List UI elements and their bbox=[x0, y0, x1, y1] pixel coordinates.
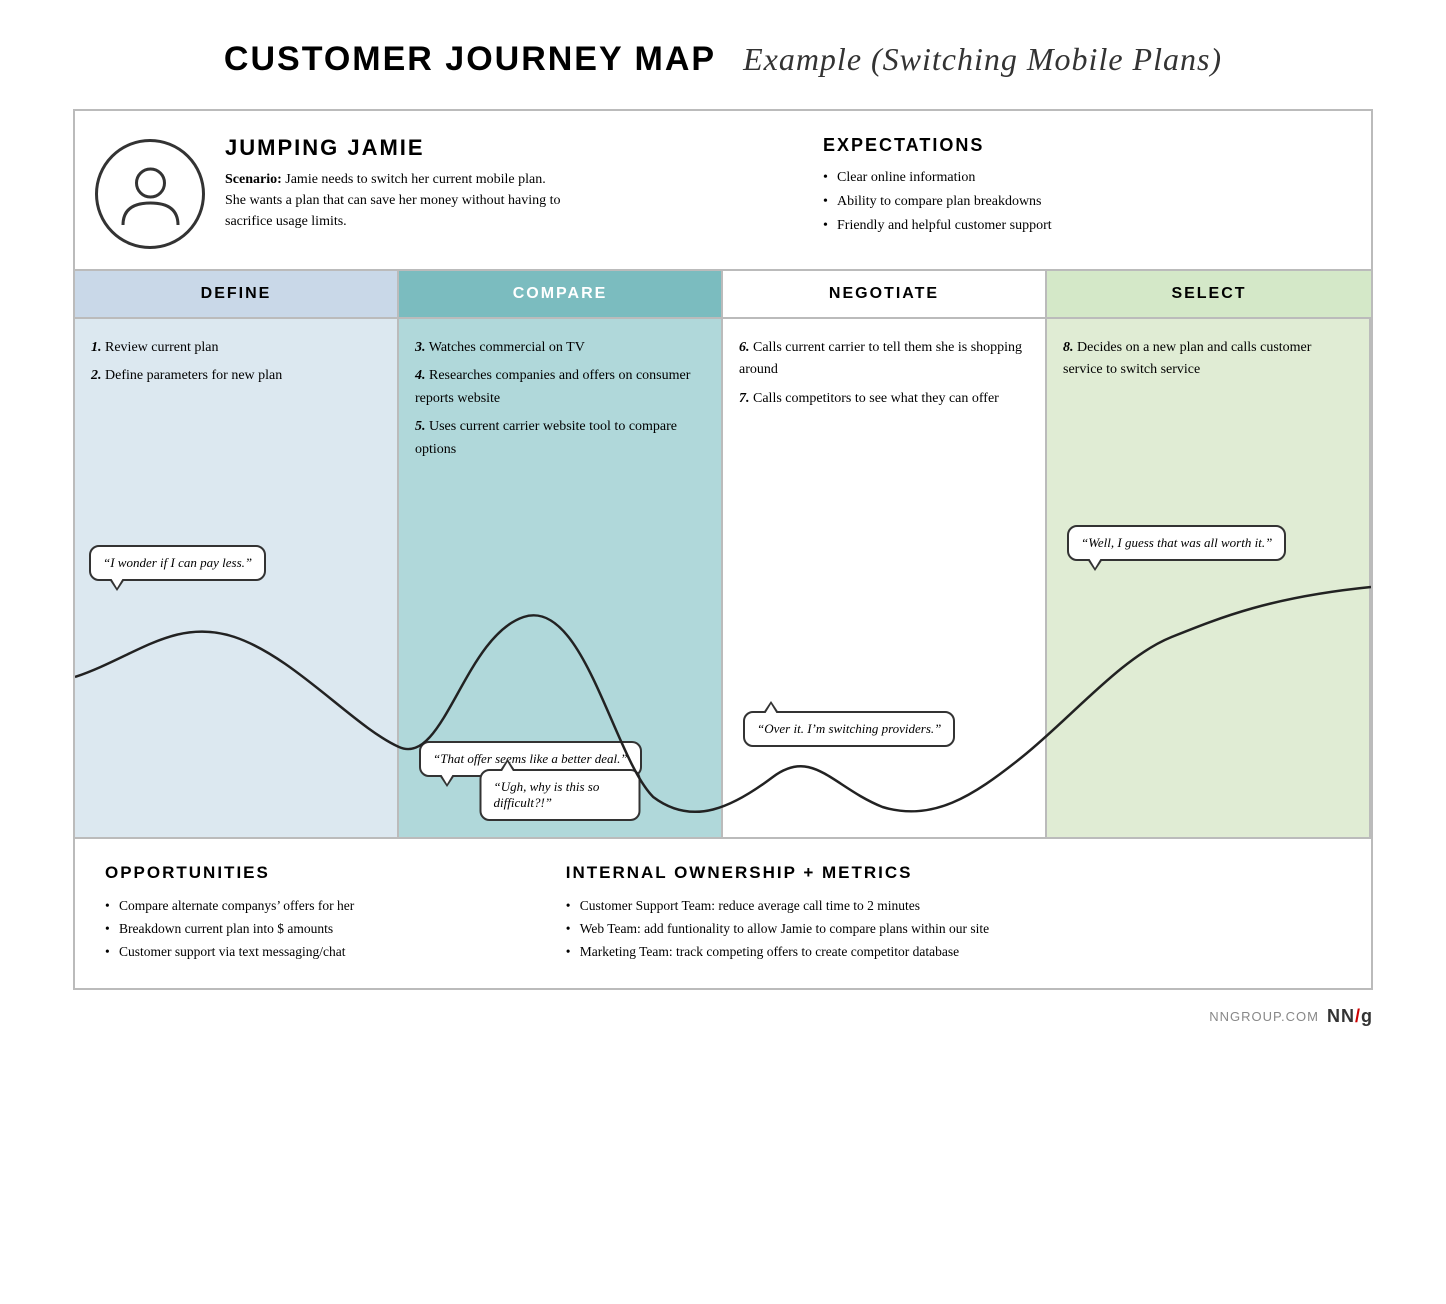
opportunity-item-1: Compare alternate companys’ offers for h… bbox=[105, 895, 536, 918]
phase-select-header: SELECT bbox=[1047, 271, 1371, 317]
compare-step-4: 4. Researches companies and offers on co… bbox=[415, 365, 705, 410]
internal-block: INTERNAL OWNERSHIP + METRICS Customer Su… bbox=[566, 863, 1341, 964]
negotiate-step-list: 6. Calls current carrier to tell them sh… bbox=[739, 337, 1029, 410]
opportunities-block: OPPORTUNITIES Compare alternate companys… bbox=[105, 863, 536, 964]
internal-title: INTERNAL OWNERSHIP + METRICS bbox=[566, 863, 1341, 883]
internal-item-3: Marketing Team: track competing offers t… bbox=[566, 941, 1341, 964]
compare-step-3: 3. Watches commercial on TV bbox=[415, 337, 705, 359]
define-step-list: 1. Review current plan 2. Define paramet… bbox=[91, 337, 381, 388]
select-speech-bubble: “Well, I guess that was all worth it.” bbox=[1067, 525, 1286, 561]
expectation-item-3: Friendly and helpful customer support bbox=[823, 214, 1341, 238]
journey-row: 1. Review current plan 2. Define paramet… bbox=[75, 319, 1371, 839]
expectations-list: Clear online information Ability to comp… bbox=[823, 166, 1341, 237]
footer-logo: NN/g bbox=[1327, 1006, 1373, 1027]
compare-speech-bubble-2: “Ugh, why is this so difficult?!” bbox=[480, 769, 641, 821]
negotiate-step-6: 6. Calls current carrier to tell them sh… bbox=[739, 337, 1029, 382]
page-title: CUSTOMER JOURNEY MAP Example (Switching … bbox=[224, 40, 1222, 79]
title-italic: Example (Switching Mobile Plans) bbox=[743, 41, 1222, 77]
define-speech-bubble: “I wonder if I can pay less.” bbox=[89, 545, 266, 581]
persona-row: JUMPING JAMIE Scenario: Jamie needs to s… bbox=[75, 111, 1371, 271]
compare-step-list: 3. Watches commercial on TV 4. Researche… bbox=[415, 337, 705, 461]
internal-item-2: Web Team: add funtionality to allow Jami… bbox=[566, 918, 1341, 941]
negotiate-steps: 6. Calls current carrier to tell them sh… bbox=[739, 337, 1029, 410]
persona-scenario: Scenario: Jamie needs to switch her curr… bbox=[225, 169, 565, 232]
persona-info: JUMPING JAMIE Scenario: Jamie needs to s… bbox=[225, 135, 743, 232]
negotiate-step-7: 7. Calls competitors to see what they ca… bbox=[739, 388, 1029, 410]
compare-steps: 3. Watches commercial on TV 4. Researche… bbox=[415, 337, 705, 461]
expectations-title: EXPECTATIONS bbox=[823, 135, 1341, 156]
footer-text: NNGROUP.COM bbox=[1209, 1009, 1319, 1024]
title-bold: CUSTOMER JOURNEY MAP bbox=[224, 40, 716, 78]
define-steps: 1. Review current plan 2. Define paramet… bbox=[91, 337, 381, 388]
footer: NNGROUP.COM NN/g bbox=[73, 990, 1373, 1027]
expectations-block: EXPECTATIONS Clear online information Ab… bbox=[763, 135, 1341, 237]
opportunity-item-2: Breakdown current plan into $ amounts bbox=[105, 918, 536, 941]
define-step-2: 2. Define parameters for new plan bbox=[91, 365, 381, 387]
persona-name: JUMPING JAMIE bbox=[225, 135, 743, 161]
internal-item-1: Customer Support Team: reduce average ca… bbox=[566, 895, 1341, 918]
opportunities-title: OPPORTUNITIES bbox=[105, 863, 536, 883]
select-step-list: 8. Decides on a new plan and calls custo… bbox=[1063, 337, 1353, 382]
phase-compare-header: COMPARE bbox=[399, 271, 723, 317]
avatar bbox=[95, 139, 205, 249]
opportunities-list: Compare alternate companys’ offers for h… bbox=[105, 895, 536, 964]
internal-list: Customer Support Team: reduce average ca… bbox=[566, 895, 1341, 964]
opportunity-item-3: Customer support via text messaging/chat bbox=[105, 941, 536, 964]
phase-define-header: DEFINE bbox=[75, 271, 399, 317]
journey-compare: 3. Watches commercial on TV 4. Researche… bbox=[399, 319, 723, 837]
negotiate-speech-bubble: “Over it. I’m switching providers.” bbox=[743, 711, 955, 747]
negotiate-bubble-wrap: “Over it. I’m switching providers.” bbox=[743, 705, 955, 747]
journey-define: 1. Review current plan 2. Define paramet… bbox=[75, 319, 399, 837]
select-bubble-wrap: “Well, I guess that was all worth it.” bbox=[1067, 519, 1286, 561]
scenario-label: Scenario: bbox=[225, 172, 282, 187]
phase-negotiate-header: NEGOTIATE bbox=[723, 271, 1047, 317]
logo-g: g bbox=[1361, 1006, 1373, 1026]
expectation-item-1: Clear online information bbox=[823, 166, 1341, 190]
compare-step-5: 5. Uses current carrier website tool to … bbox=[415, 416, 705, 461]
define-step-1: 1. Review current plan bbox=[91, 337, 381, 359]
journey-negotiate: 6. Calls current carrier to tell them sh… bbox=[723, 319, 1047, 837]
journey-select: 8. Decides on a new plan and calls custo… bbox=[1047, 319, 1371, 837]
main-diagram: JUMPING JAMIE Scenario: Jamie needs to s… bbox=[73, 109, 1373, 990]
select-steps: 8. Decides on a new plan and calls custo… bbox=[1063, 337, 1353, 382]
compare-bubble-2-wrap: “Ugh, why is this so difficult?!” bbox=[480, 763, 641, 821]
define-bubble-wrap: “I wonder if I can pay less.” bbox=[89, 539, 266, 581]
bottom-row: OPPORTUNITIES Compare alternate companys… bbox=[75, 839, 1371, 988]
logo-nn: NN bbox=[1327, 1006, 1355, 1026]
select-step-8: 8. Decides on a new plan and calls custo… bbox=[1063, 337, 1353, 382]
expectation-item-2: Ability to compare plan breakdowns bbox=[823, 190, 1341, 214]
phases-header: DEFINE COMPARE NEGOTIATE SELECT bbox=[75, 271, 1371, 319]
